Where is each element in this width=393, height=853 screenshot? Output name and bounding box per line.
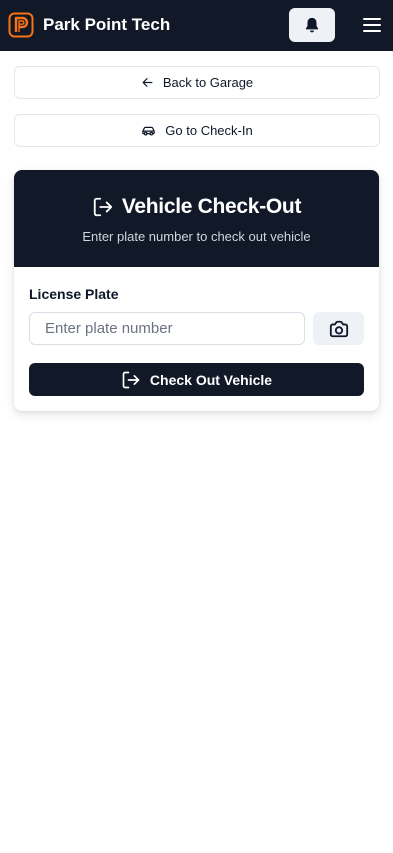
- license-plate-input[interactable]: [29, 312, 305, 345]
- hamburger-menu-icon: [363, 18, 381, 32]
- bell-icon: [306, 17, 318, 33]
- log-out-icon: [93, 197, 113, 217]
- back-to-garage-label: Back to Garage: [162, 75, 254, 90]
- arrow-left-icon: [142, 78, 153, 87]
- app-title[interactable]: Park Point Tech: [43, 14, 170, 36]
- log-out-icon: [122, 371, 140, 388]
- notifications-button[interactable]: [289, 8, 335, 42]
- checkout-card-header: Vehicle Check-Out Enter plate number to …: [14, 170, 379, 267]
- go-to-check-in-button[interactable]: Go to Check-In: [14, 114, 380, 147]
- scan-plate-camera-button[interactable]: [313, 312, 364, 345]
- camera-icon: [329, 320, 348, 337]
- card-title-row: Vehicle Check-Out: [14, 192, 379, 222]
- checkout-card: Vehicle Check-Out Enter plate number to …: [14, 170, 379, 411]
- car-icon: [142, 126, 156, 136]
- check-out-vehicle-button[interactable]: Check Out Vehicle: [29, 363, 364, 396]
- card-subtitle: Enter plate number to check out vehicle: [82, 229, 311, 244]
- card-title: Vehicle Check-Out: [121, 195, 302, 218]
- go-to-check-in-label: Go to Check-In: [165, 123, 253, 138]
- check-out-vehicle-label: Check Out Vehicle: [149, 371, 273, 388]
- menu-button[interactable]: [362, 14, 382, 36]
- back-to-garage-button[interactable]: Back to Garage: [14, 66, 380, 99]
- top-navbar: Park Point Tech: [0, 0, 393, 51]
- park-point-logo-icon[interactable]: [8, 12, 34, 38]
- license-plate-label: License Plate: [29, 286, 119, 302]
